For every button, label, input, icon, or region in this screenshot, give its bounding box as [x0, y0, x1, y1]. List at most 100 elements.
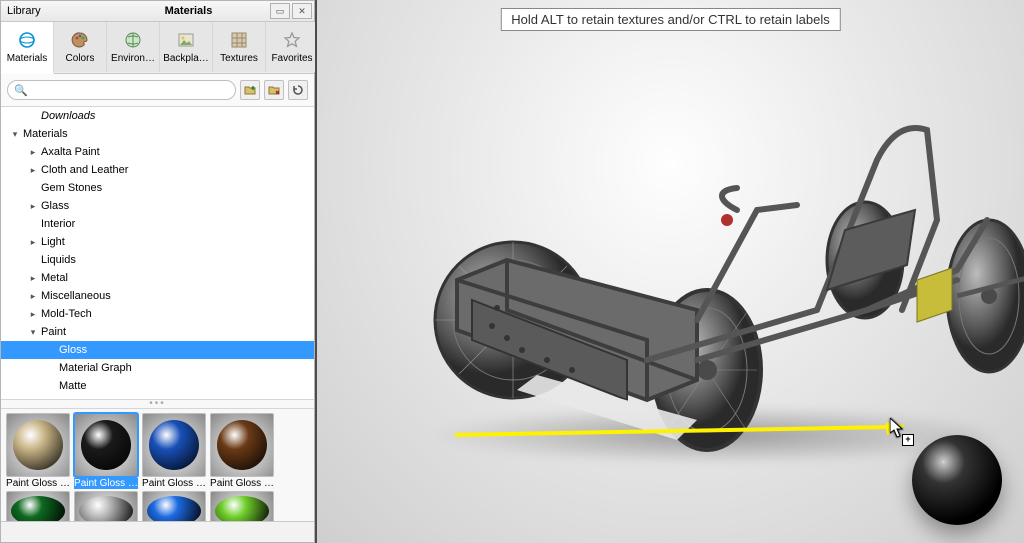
library-panel: Library Materials ▭ ✕ Materials Colors Env… — [0, 0, 315, 543]
tree-label: Axalta Paint — [41, 145, 100, 159]
tree-item[interactable]: Liquids — [1, 251, 314, 269]
tree-label: Metal — [41, 271, 68, 285]
swatch-preview — [142, 413, 206, 477]
material-swatch[interactable] — [141, 491, 207, 521]
tree-item[interactable]: ▾Materials — [1, 125, 314, 143]
swatch-label: Paint Gloss … — [142, 478, 206, 489]
grid-icon — [230, 31, 248, 49]
swatch-preview — [74, 413, 138, 477]
tree-spacer — [45, 362, 57, 374]
tree-item[interactable]: ▸Mold-Tech — [1, 305, 314, 323]
sphere-outline-icon — [18, 31, 36, 49]
tab-backpla[interactable]: Backpla… — [160, 22, 213, 72]
vehicle-model[interactable] — [397, 60, 1024, 460]
tab-label: Colors — [66, 53, 95, 64]
material-swatch[interactable]: Paint Gloss … — [73, 413, 139, 489]
material-swatch[interactable]: Paint Gloss … — [209, 413, 275, 489]
undock-icon[interactable]: ▭ — [270, 3, 290, 19]
tab-label: Materials — [7, 53, 48, 64]
search-row: 🔍 — [1, 74, 314, 107]
tree-item[interactable]: ▸Light — [1, 233, 314, 251]
tab-colors[interactable]: Colors — [54, 22, 107, 72]
tree-item[interactable]: Material Graph — [1, 359, 314, 377]
control-knob[interactable] — [721, 214, 733, 226]
chevron-right-icon[interactable]: ▸ — [27, 236, 39, 248]
panel-title-left: Library — [1, 5, 107, 17]
swatch-preview — [142, 491, 206, 521]
tree-label: Cloth and Leather — [41, 163, 128, 177]
tab-label: Favorites — [271, 53, 312, 64]
tree-spacer — [27, 254, 39, 266]
tree-label: Gem Stones — [41, 181, 102, 195]
tree-item[interactable]: Gem Stones — [1, 179, 314, 197]
swatch-grid: Paint Gloss … Paint Gloss … Paint Gloss … P… — [1, 409, 314, 521]
tree-item[interactable]: Downloads — [1, 107, 314, 125]
image-icon — [177, 31, 195, 49]
tab-label: Backpla… — [163, 53, 209, 64]
panel-title-center: Materials — [107, 5, 270, 17]
tree-label: Liquids — [41, 253, 76, 267]
tree-item[interactable]: ▸Axalta Paint — [1, 143, 314, 161]
tree-item[interactable]: Gloss — [1, 341, 314, 359]
swatch-preview — [210, 413, 274, 477]
3d-viewport[interactable]: Hold ALT to retain textures and/or CTRL … — [315, 0, 1024, 543]
tree-label: Glass — [41, 199, 69, 213]
tree-label: Light — [41, 235, 65, 249]
chevron-right-icon[interactable]: ▸ — [27, 200, 39, 212]
tree-spacer — [45, 344, 57, 356]
tree-label: Material Graph — [59, 361, 132, 375]
search-input[interactable] — [32, 83, 229, 97]
chevron-down-icon[interactable]: ▾ — [27, 326, 39, 338]
close-icon[interactable]: ✕ — [292, 3, 312, 19]
tree-item[interactable]: ▸Metal — [1, 269, 314, 287]
tree-label: Interior — [41, 217, 75, 231]
star-icon — [283, 31, 301, 49]
material-swatch[interactable] — [73, 491, 139, 521]
tree-item[interactable]: Interior — [1, 215, 314, 233]
viewport-hint: Hold ALT to retain textures and/or CTRL … — [500, 8, 840, 31]
search-icon: 🔍 — [14, 84, 28, 97]
tree-label: Mold-Tech — [41, 307, 92, 321]
search-box[interactable]: 🔍 — [7, 80, 236, 100]
tree-label: Gloss — [59, 343, 87, 357]
tree-label: Matte — [59, 379, 87, 393]
tree-item[interactable]: Matte — [1, 377, 314, 395]
material-swatch[interactable]: Paint Gloss … — [141, 413, 207, 489]
library-tabs: Materials Colors Environ…Backpla… Textures F… — [1, 22, 314, 74]
tree-item[interactable]: ▾Paint — [1, 323, 314, 341]
chevron-right-icon[interactable]: ▸ — [27, 164, 39, 176]
folder-add-icon[interactable] — [240, 80, 260, 100]
tree-label: Downloads — [41, 109, 95, 123]
chevron-right-icon[interactable]: ▸ — [27, 290, 39, 302]
tree-label: Miscellaneous — [41, 289, 111, 303]
swatch-preview — [6, 413, 70, 477]
globe-icon — [124, 31, 142, 49]
chevron-down-icon[interactable]: ▾ — [9, 128, 21, 140]
tree-item[interactable]: ▸Miscellaneous — [1, 287, 314, 305]
tree-label: Materials — [23, 127, 68, 141]
tree-spacer — [27, 110, 39, 122]
tab-environ[interactable]: Environ… — [107, 22, 160, 72]
tab-textures[interactable]: Textures — [213, 22, 266, 72]
palette-icon — [71, 31, 89, 49]
swatch-preview — [74, 491, 138, 521]
material-swatch[interactable]: Paint Gloss … — [5, 413, 71, 489]
material-swatch[interactable] — [5, 491, 71, 521]
material-tree[interactable]: Downloads▾Materials▸Axalta Paint▸Cloth a… — [1, 107, 314, 399]
swatch-preview — [210, 491, 274, 521]
swatch-label: Paint Gloss … — [210, 478, 274, 489]
chevron-right-icon[interactable]: ▸ — [27, 272, 39, 284]
tree-item[interactable]: ▸Glass — [1, 197, 314, 215]
refresh-icon[interactable] — [288, 80, 308, 100]
splitter-handle[interactable]: ••• — [1, 399, 314, 409]
swatch-label: Paint Gloss … — [74, 478, 138, 489]
swatch-label: Paint Gloss … — [6, 478, 70, 489]
material-swatch[interactable] — [209, 491, 275, 521]
chevron-right-icon[interactable]: ▸ — [27, 308, 39, 320]
tab-materials[interactable]: Materials — [1, 22, 54, 74]
chevron-right-icon[interactable]: ▸ — [27, 146, 39, 158]
tree-spacer — [27, 218, 39, 230]
tab-favorites[interactable]: Favorites — [266, 22, 319, 72]
folder-open-icon[interactable] — [264, 80, 284, 100]
tree-item[interactable]: ▸Cloth and Leather — [1, 161, 314, 179]
